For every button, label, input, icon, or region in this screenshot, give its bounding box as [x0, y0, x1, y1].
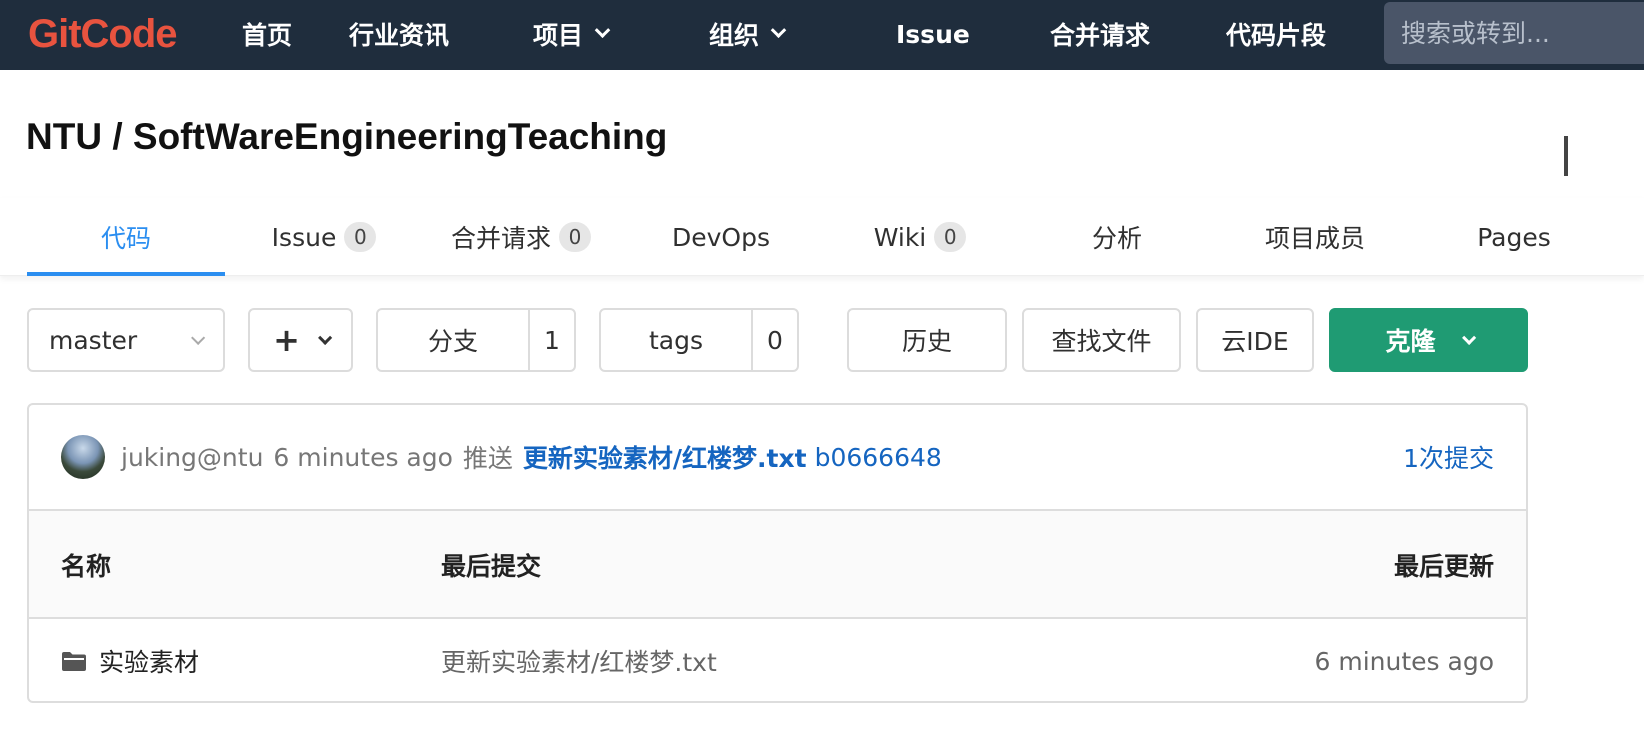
chevron-down-icon: [317, 330, 333, 345]
commit-message-link[interactable]: 更新实验素材/红楼梦.txt: [523, 439, 807, 475]
chevron-down-icon: [1461, 330, 1476, 345]
find-file-button[interactable]: 查找文件: [1022, 308, 1181, 372]
nav-merge-requests-label: 合并请求: [1050, 21, 1151, 50]
tab-merge-requests-label: 合并请求: [450, 224, 551, 253]
tab-issue-label: Issue: [271, 222, 337, 252]
add-new-dropdown[interactable]: +: [248, 308, 353, 372]
tab-members-label: 项目成员: [1264, 224, 1365, 253]
chevron-down-icon: [594, 21, 611, 38]
tags-count: 0: [767, 325, 783, 355]
column-header-last-commit: 最后提交: [441, 552, 542, 581]
clone-dropdown-button[interactable]: 克隆: [1329, 308, 1528, 372]
tab-pages[interactable]: Pages: [1462, 198, 1566, 276]
folder-name-link[interactable]: 实验素材: [99, 643, 199, 679]
clone-label: 克隆: [1385, 327, 1436, 356]
tab-analytics-label: 分析: [1091, 224, 1142, 253]
branches-label: 分支: [378, 310, 530, 370]
nav-projects-dropdown[interactable]: 项目: [533, 14, 611, 54]
branches-count: 1: [544, 325, 560, 355]
search-input[interactable]: [1384, 2, 1644, 64]
branch-select-value: master: [49, 325, 138, 355]
tab-merge-requests[interactable]: 合并请求 0: [420, 198, 622, 276]
avatar[interactable]: [61, 435, 105, 479]
nav-industry-news[interactable]: 行业资讯: [349, 14, 449, 54]
table-row[interactable]: 实验素材 更新实验素材/红楼梦.txt 6 minutes ago: [29, 619, 1526, 701]
nav-projects-label: 项目: [533, 21, 584, 50]
tab-devops[interactable]: DevOps: [640, 198, 802, 276]
nav-groups-dropdown[interactable]: 组织: [709, 14, 787, 54]
file-table-header: 名称 最后提交 最后更新: [29, 511, 1526, 619]
tags-button[interactable]: tags 0: [599, 308, 799, 372]
project-name-link[interactable]: SoftWareEngineeringTeaching: [133, 116, 668, 157]
breadcrumb-separator: /: [102, 116, 133, 157]
last-update-cell: 6 minutes ago: [1314, 619, 1494, 701]
tab-issue[interactable]: Issue 0: [240, 198, 408, 276]
gitcode-logo[interactable]: GitCode: [28, 8, 178, 60]
tab-wiki-count: 0: [934, 222, 967, 252]
chevron-down-icon: [191, 330, 206, 345]
tab-wiki[interactable]: Wiki 0: [840, 198, 1000, 276]
page-title: NTU / SoftWareEngineeringTeaching: [26, 116, 667, 158]
tab-pages-label: Pages: [1477, 222, 1551, 252]
tab-devops-label: DevOps: [672, 222, 770, 252]
branches-button[interactable]: 分支 1: [376, 308, 576, 372]
last-update-time: 6 minutes ago: [1314, 646, 1494, 676]
nav-industry-news-label: 行业资讯: [349, 21, 450, 50]
commit-sha-link[interactable]: b0666648: [815, 443, 942, 472]
plus-icon: +: [273, 321, 300, 359]
nav-home[interactable]: 首页: [242, 14, 292, 54]
file-name-cell: 实验素材: [61, 619, 199, 701]
scrollbar-edge: [1564, 136, 1568, 176]
column-header-last-update: 最后更新: [1393, 552, 1494, 581]
repository-files-panel: juking@ntu 6 minutes ago 推送 更新实验素材/红楼梦.t…: [27, 403, 1528, 703]
tab-members[interactable]: 项目成员: [1228, 198, 1402, 276]
folder-icon: [62, 651, 86, 671]
tab-wiki-label: Wiki: [873, 222, 927, 252]
tab-analytics[interactable]: 分析: [1050, 198, 1184, 276]
nav-home-label: 首页: [242, 21, 293, 50]
top-navbar: GitCode 首页 行业资讯 项目 组织 Issue 合并请求 代码片段: [0, 0, 1644, 70]
project-namespace-link[interactable]: NTU: [26, 116, 102, 157]
nav-groups-label: 组织: [709, 21, 760, 50]
chevron-down-icon: [770, 21, 787, 38]
commit-author[interactable]: juking@ntu: [121, 443, 263, 472]
cloud-ide-button[interactable]: 云IDE: [1196, 308, 1314, 372]
last-commit-link[interactable]: 更新实验素材/红楼梦.txt: [441, 643, 717, 679]
column-header-name: 名称: [61, 552, 112, 581]
tab-merge-requests-count: 0: [559, 222, 591, 252]
branch-select[interactable]: master: [27, 308, 225, 372]
tags-label: tags: [601, 310, 753, 370]
commit-action: 推送: [462, 444, 513, 473]
commit-count-link[interactable]: 1次提交: [1403, 439, 1494, 475]
project-tabs: 代码 Issue 0 合并请求 0 DevOps Wiki 0 分析 项目成员 …: [0, 198, 1644, 276]
nav-merge-requests[interactable]: 合并请求: [1050, 14, 1150, 54]
last-commit-bar: juking@ntu 6 minutes ago 推送 更新实验素材/红楼梦.t…: [29, 405, 1526, 511]
nav-snippets[interactable]: 代码片段: [1226, 14, 1326, 54]
last-commit-cell: 更新实验素材/红楼梦.txt: [441, 619, 717, 701]
nav-issue[interactable]: Issue: [896, 14, 970, 54]
commit-time: 6 minutes ago: [273, 442, 453, 472]
tab-code-label: 代码: [100, 224, 151, 253]
nav-issue-label: Issue: [896, 19, 970, 49]
nav-snippets-label: 代码片段: [1226, 21, 1327, 50]
tab-code[interactable]: 代码: [27, 198, 225, 276]
history-button[interactable]: 历史: [847, 308, 1007, 372]
tab-issue-count: 0: [344, 222, 377, 252]
